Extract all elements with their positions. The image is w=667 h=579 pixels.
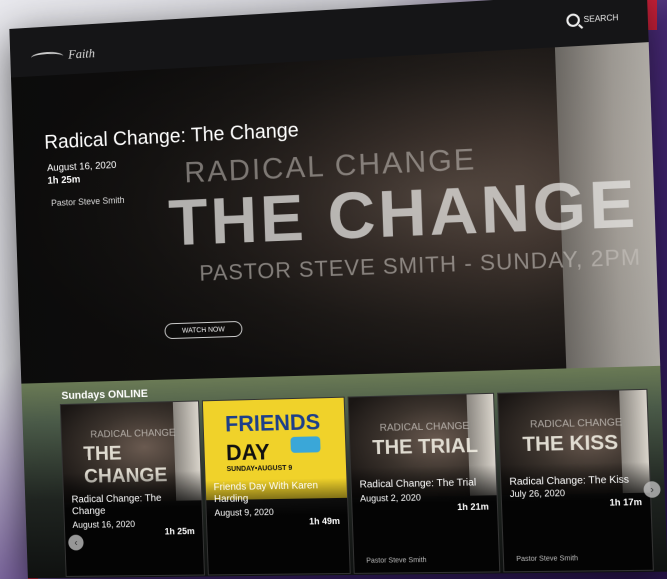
card-date: August 9, 2020 — [214, 507, 274, 518]
thumbnail-title: THE KISS — [522, 431, 619, 457]
bridge-logo-icon — [30, 51, 64, 63]
video-card[interactable]: RADICAL CHANGE THE CHANGE Radical Change… — [59, 400, 205, 577]
next-arrow-button[interactable]: › — [643, 481, 661, 498]
watch-now-button[interactable]: WATCH NOW — [164, 320, 243, 340]
card-title: Friends Day With Karen Harding — [213, 480, 319, 506]
video-card[interactable]: RADICAL CHANGE THE KISS Radical Change: … — [497, 388, 654, 573]
logo[interactable]: Faith — [30, 45, 96, 64]
card-duration: 1h 25m — [164, 526, 195, 537]
card-duration: 1h 17m — [609, 496, 643, 508]
thumbnail-title: THE TRIAL — [371, 434, 479, 460]
search-label: SEARCH — [583, 13, 619, 25]
card-duration: 1h 21m — [456, 501, 489, 513]
card-pastor: Pastor Steve Smith — [516, 555, 579, 564]
card-list: RADICAL CHANGE THE CHANGE Radical Change… — [59, 388, 654, 577]
hero-duration: 1h 25m — [47, 174, 81, 187]
thumbnail-title: FRIENDS — [224, 409, 321, 437]
hero-banner: RADICAL CHANGE THE CHANGE PASTOR STEVE S… — [10, 42, 661, 384]
sundays-online-row: Sundays ONLINE RADICAL CHANGE THE CHANGE… — [21, 365, 667, 579]
prev-arrow-button[interactable]: ‹ — [68, 534, 84, 551]
search-button[interactable]: SEARCH — [565, 11, 619, 28]
video-card[interactable]: FRIENDS DAY SUNDAY•AUGUST 9 Friends Day … — [201, 396, 351, 576]
card-title: Radical Change: The Trial — [359, 477, 477, 491]
tablet-screen: Faith SEARCH RADICAL CHANGE THE CHANGE P… — [9, 0, 667, 579]
logo-text: Faith — [67, 45, 96, 62]
video-card[interactable]: RADICAL CHANGE THE TRIAL Radical Change:… — [347, 392, 501, 574]
thumbnail-subtitle: RADICAL CHANGE — [90, 427, 176, 441]
card-title: Radical Change: The Kiss — [509, 474, 630, 488]
card-duration: 1h 49m — [308, 515, 341, 527]
card-date: August 2, 2020 — [359, 492, 422, 504]
card-title: Radical Change: The Change — [71, 493, 162, 518]
thumbnail-subtitle: SUNDAY•AUGUST 9 — [226, 464, 293, 474]
section-title: Sundays ONLINE — [61, 387, 149, 403]
car-icon — [290, 436, 321, 453]
thumbnail-subtitle: RADICAL CHANGE — [529, 417, 623, 431]
card-date: July 26, 2020 — [509, 487, 566, 500]
search-icon — [565, 13, 580, 28]
thumbnail-subtitle: RADICAL CHANGE — [379, 420, 470, 434]
chevron-right-icon: › — [650, 483, 654, 496]
chevron-left-icon: ‹ — [74, 537, 78, 548]
thumbnail-day: DAY — [225, 439, 271, 466]
card-date: August 16, 2020 — [72, 519, 136, 530]
card-pastor: Pastor Steve Smith — [366, 557, 427, 565]
